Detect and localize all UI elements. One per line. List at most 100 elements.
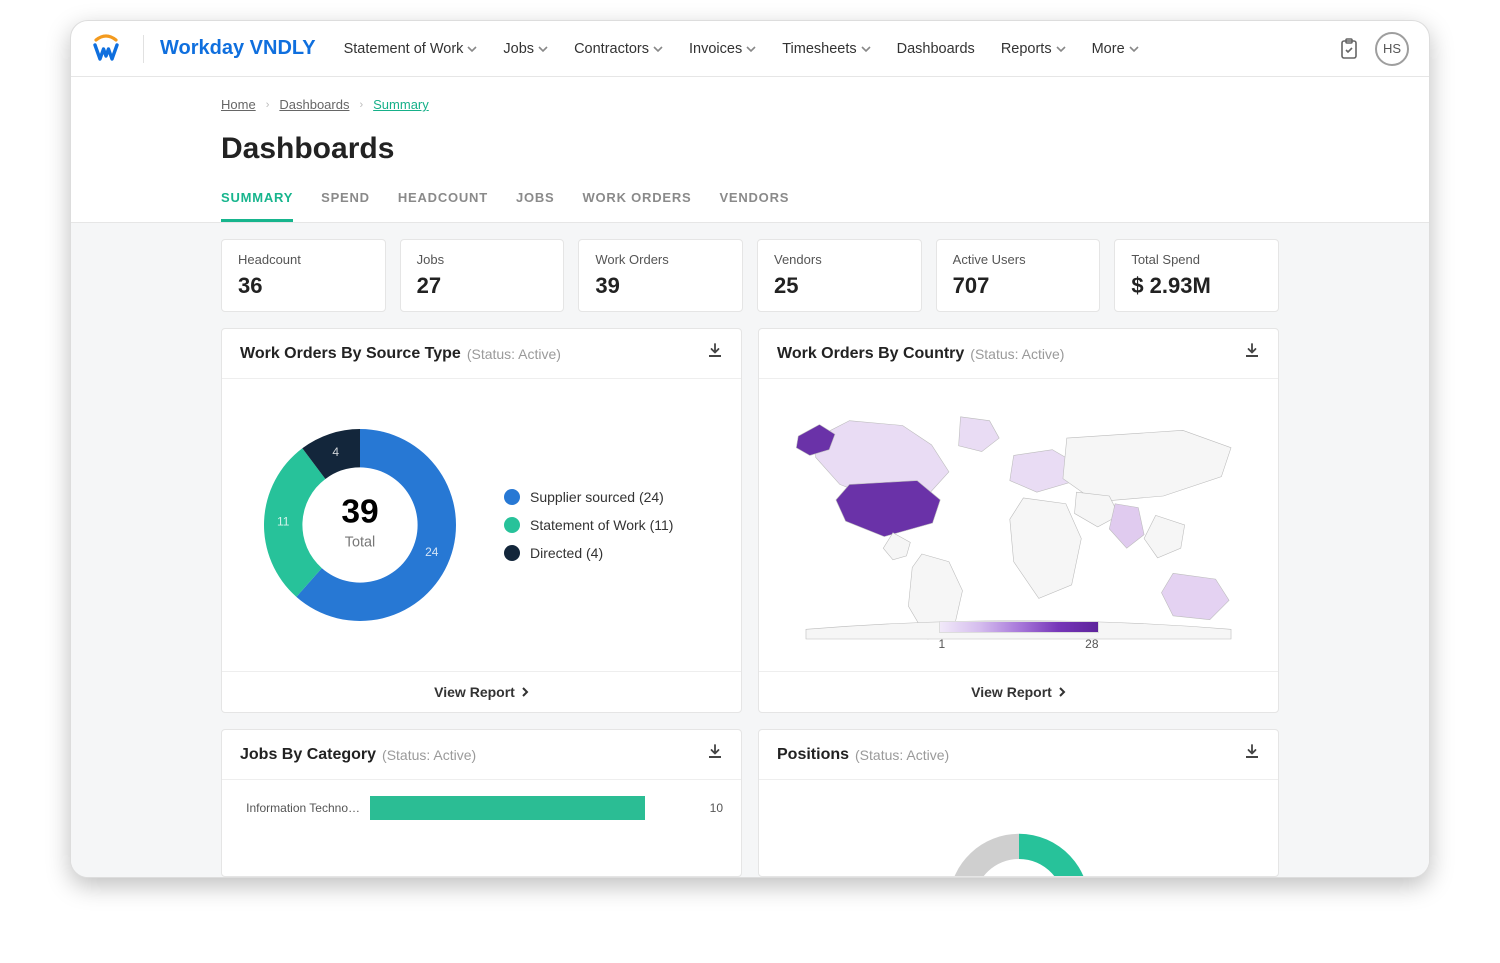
download-icon[interactable] (1244, 343, 1260, 364)
card-body: 1 28 (759, 379, 1278, 671)
download-icon[interactable] (707, 744, 723, 765)
nav-item-label: Invoices (689, 41, 742, 57)
nav-item-dashboards[interactable]: Dashboards (897, 41, 975, 57)
kpi-jobs[interactable]: Jobs 27 (400, 239, 565, 312)
card-work-orders-by-source-type: Work Orders By Source Type (Status: Acti… (221, 328, 742, 713)
card-status: (Status: Active) (855, 747, 949, 763)
kpi-vendors[interactable]: Vendors25 (757, 239, 922, 312)
avatar-initials: HS (1383, 41, 1401, 56)
card-status: (Status: Active) (970, 346, 1064, 362)
view-report-label: View Report (434, 684, 515, 700)
nav-item-more[interactable]: More (1092, 41, 1139, 57)
tab-spend[interactable]: SPEND (321, 190, 370, 222)
nav-item-jobs[interactable]: Jobs (503, 41, 548, 57)
bar-value: 10 (710, 801, 723, 815)
map-legend: 1 28 (939, 621, 1099, 651)
card-work-orders-by-country: Work Orders By Country (Status: Active) (758, 328, 1279, 713)
donut-chart: 2411439Total (240, 405, 480, 645)
download-icon[interactable] (707, 343, 723, 364)
gradient-bar (939, 621, 1099, 633)
donut-slice-value: 11 (277, 515, 290, 529)
nav-item-invoices[interactable]: Invoices (689, 41, 756, 57)
nav-item-reports[interactable]: Reports (1001, 41, 1066, 57)
nav-item-label: More (1092, 41, 1125, 57)
kpi-label: Total Spend (1131, 252, 1262, 267)
legend-item-statement-of-work[interactable]: Statement of Work (11) (504, 517, 673, 533)
kpi-value: $ 2.93M (1131, 273, 1262, 299)
clipboard-icon[interactable] (1339, 38, 1359, 60)
kpi-value: 39 (595, 273, 726, 299)
chevron-down-icon (861, 41, 871, 57)
breadcrumb-summary[interactable]: Summary (373, 97, 429, 112)
nav-items: Statement of Work Jobs Contractors Invoices… (344, 41, 1339, 57)
positions-slice[interactable] (948, 834, 1018, 876)
nav-item-label: Statement of Work (344, 41, 464, 57)
legend-item-directed[interactable]: Directed (4) (504, 545, 673, 561)
avatar[interactable]: HS (1375, 32, 1409, 66)
kpi-value: 27 (417, 273, 548, 299)
app-logo[interactable] (91, 34, 121, 64)
bar-chart: Information Techno… 10 (240, 796, 723, 856)
card-title: Work Orders By Source Type (240, 345, 461, 363)
nav-item-contractors[interactable]: Contractors (574, 41, 663, 57)
kpi-headcount[interactable]: Headcount36 (221, 239, 386, 312)
brand-name[interactable]: Workday VNDLY (160, 37, 316, 60)
legend-item-supplier-sourced[interactable]: Supplier sourced (24) (504, 489, 673, 505)
card-header: Jobs By Category (Status: Active) (222, 730, 741, 780)
card-header: Work Orders By Source Type (Status: Acti… (222, 329, 741, 379)
card-body: 14 (759, 780, 1278, 876)
nav-right: HS (1339, 32, 1409, 66)
card-grid: Work Orders By Source Type (Status: Acti… (221, 328, 1279, 877)
chevron-right-icon (521, 684, 529, 700)
breadcrumb-dashboards[interactable]: Dashboards (279, 97, 349, 112)
chevron-down-icon (467, 41, 477, 57)
kpi-label: Jobs (417, 252, 548, 267)
card-status: (Status: Active) (467, 346, 561, 362)
nav-item-timesheets[interactable]: Timesheets (782, 41, 870, 57)
view-report-link[interactable]: View Report (759, 671, 1278, 712)
tab-summary[interactable]: SUMMARY (221, 190, 293, 222)
bar-row[interactable]: Information Techno… 10 (240, 796, 723, 820)
legend-max: 28 (1085, 637, 1098, 651)
card-jobs-by-category: Jobs By Category (Status: Active) Inform… (221, 729, 742, 877)
tab-vendors[interactable]: VENDORS (719, 190, 789, 222)
card-body: 2411439Total Supplier sourced (24)Statem… (222, 379, 741, 671)
tab-headcount[interactable]: HEADCOUNT (398, 190, 488, 222)
tab-jobs[interactable]: JOBS (516, 190, 555, 222)
donut-total-label: Total (345, 535, 375, 551)
breadcrumb-separator: › (266, 99, 270, 111)
kpi-label: Headcount (238, 252, 369, 267)
kpi-value: 707 (953, 273, 1084, 299)
kpi-active-users[interactable]: Active Users707 (936, 239, 1101, 312)
view-report-label: View Report (971, 684, 1052, 700)
view-report-link[interactable]: View Report (222, 671, 741, 712)
bar-label: Information Techno… (240, 801, 360, 815)
app-frame: Workday VNDLY Statement of Work Jobs Contr… (70, 20, 1430, 878)
card-body: Information Techno… 10 (222, 780, 741, 876)
card-positions: Positions (Status: Active) 14 (758, 729, 1279, 877)
positions-donut: 14 (909, 796, 1129, 876)
positions-slice[interactable] (1010, 834, 1088, 876)
bar-fill (370, 796, 645, 820)
workday-logo-icon (91, 34, 121, 64)
chevron-down-icon (653, 41, 663, 57)
kpi-work-orders[interactable]: Work Orders39 (578, 239, 743, 312)
chevron-down-icon (538, 41, 548, 57)
breadcrumb-home[interactable]: Home (221, 97, 256, 112)
chevron-down-icon (1056, 41, 1066, 57)
breadcrumb-separator: › (359, 99, 363, 111)
kpi-total-spend[interactable]: Total Spend $ 2.93M (1114, 239, 1279, 312)
legend-min: 1 (939, 637, 946, 651)
download-icon[interactable] (1244, 744, 1260, 765)
card-header: Positions (Status: Active) (759, 730, 1278, 780)
donut-slice-value: 4 (332, 445, 339, 459)
tab-work-orders[interactable]: WORK ORDERS (582, 190, 691, 222)
nav-item-statement-of-work[interactable]: Statement of Work (344, 41, 478, 57)
legend-swatch (504, 489, 520, 505)
card-title: Jobs By Category (240, 746, 376, 764)
world-map[interactable]: 1 28 (777, 395, 1260, 655)
legend-swatch (504, 545, 520, 561)
legend-label: Statement of Work (11) (530, 517, 673, 533)
top-nav: Workday VNDLY Statement of Work Jobs Contr… (71, 21, 1429, 77)
donut-legend: Supplier sourced (24) Statement of Work (… (504, 489, 673, 561)
